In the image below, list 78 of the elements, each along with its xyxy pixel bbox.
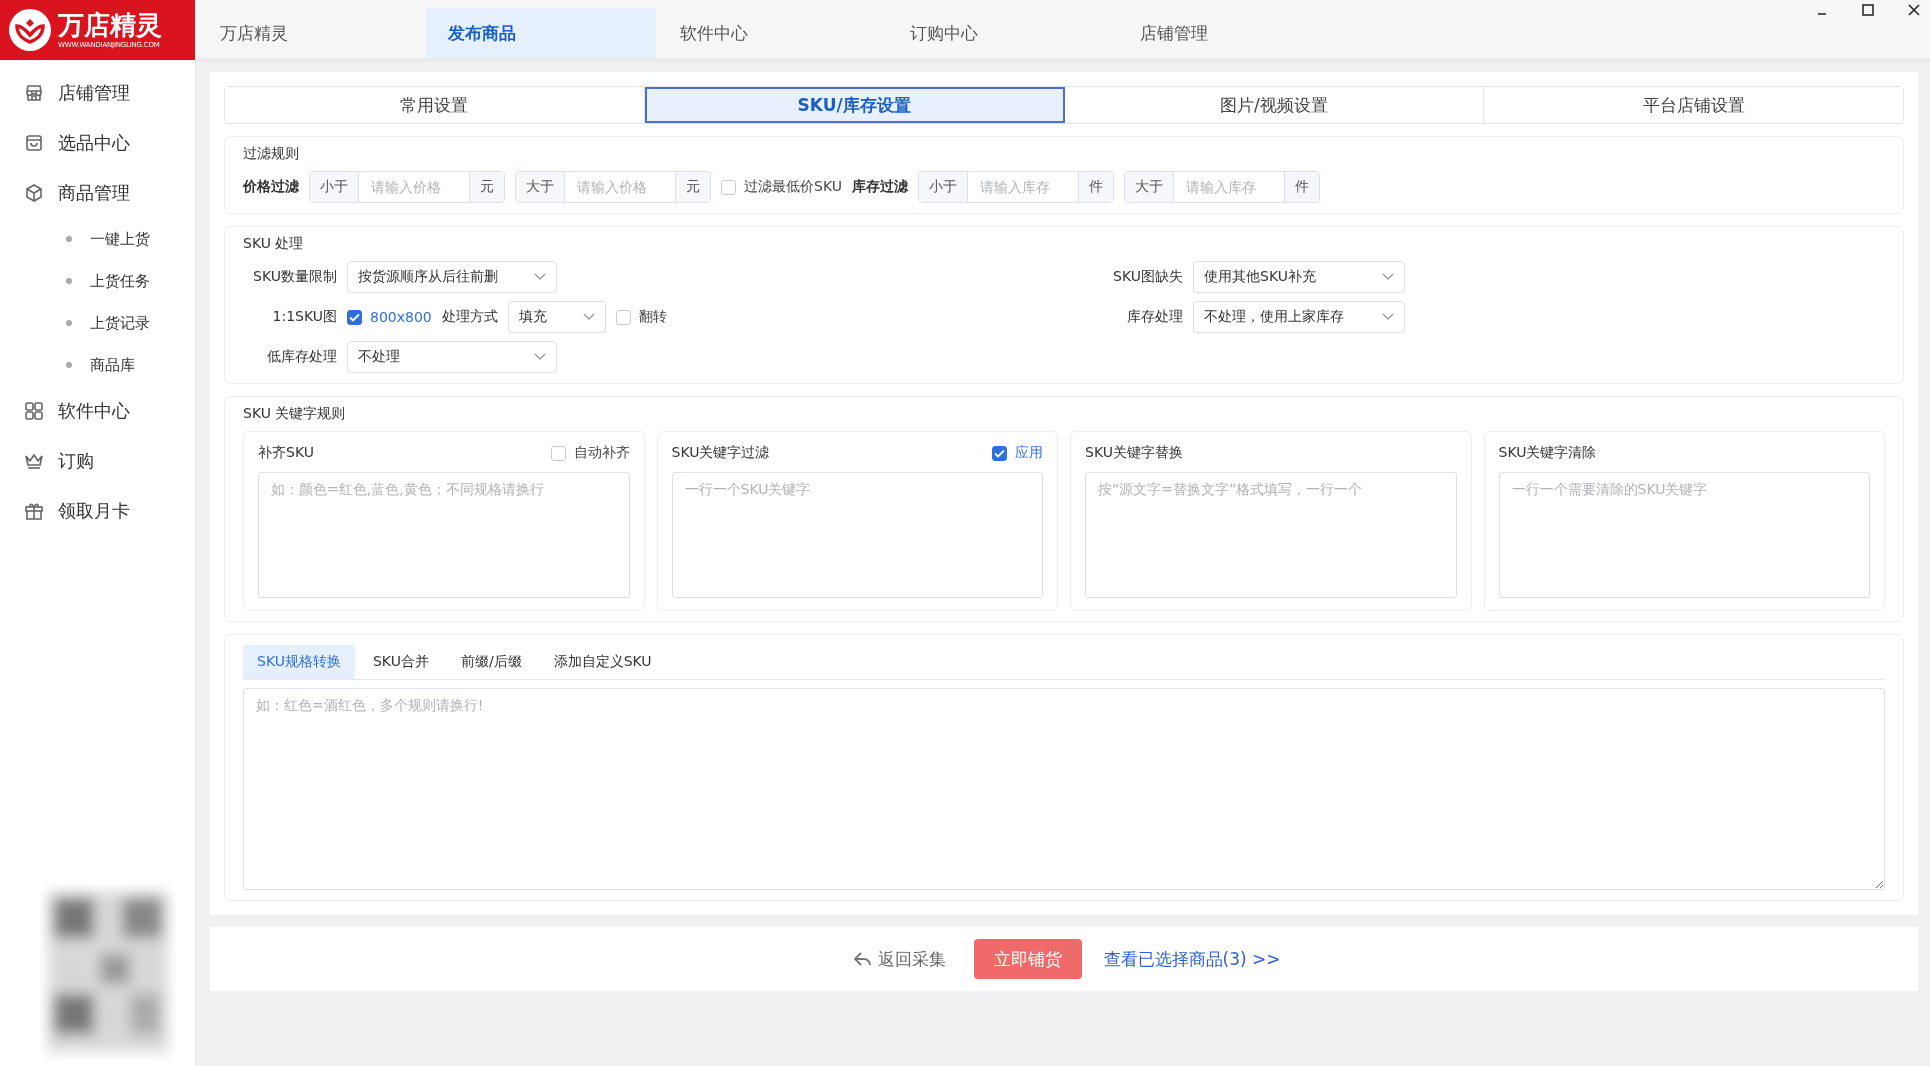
field-label: 处理方式 <box>441 308 498 326</box>
sidebar-item[interactable]: 订购 <box>0 436 195 486</box>
field-label: 库存处理 <box>1126 308 1183 326</box>
rule-tab[interactable]: 前缀/后缀 <box>446 645 536 679</box>
select-field[interactable]: 不处理 <box>347 341 557 373</box>
sidebar-item[interactable]: 店铺管理 <box>0 68 195 118</box>
field-label: 库存过滤 <box>851 178 908 196</box>
card-title: SKU关键字清除 <box>1498 444 1597 462</box>
checkbox[interactable] <box>347 309 362 325</box>
sidebar-item[interactable]: 选品中心 <box>0 118 195 168</box>
nav-tab[interactable]: 订购中心 <box>886 8 1116 58</box>
rule-tab[interactable]: SKU合并 <box>358 645 443 679</box>
gift-icon <box>24 501 44 521</box>
nav-tab[interactable]: 软件中心 <box>656 8 886 58</box>
select-field[interactable]: 不处理，使用上家库存 <box>1193 301 1405 333</box>
store-icon <box>24 83 44 103</box>
field-label: SKU图缺失 <box>1112 268 1183 286</box>
field-label: 1:1SKU图 <box>271 308 337 326</box>
sidebar-item[interactable]: 软件中心 <box>0 386 195 436</box>
sidebar-subitem[interactable]: 上货任务 <box>0 260 195 302</box>
checkbox[interactable] <box>721 179 736 195</box>
checkbox-label: 翻转 <box>638 308 667 326</box>
sidebar-item[interactable]: 领取月卡 <box>0 486 195 536</box>
checkbox-label: 应用 <box>1015 444 1043 462</box>
chevron-down-icon <box>534 353 546 361</box>
chevron-down-icon <box>1382 313 1394 321</box>
chevron-down-icon <box>1382 273 1394 281</box>
select-field[interactable]: 填充 <box>507 301 606 333</box>
input-field[interactable]: 小于 请输入价格 元 <box>309 171 505 203</box>
card-title: 补齐SKU <box>258 444 314 462</box>
close-icon[interactable] <box>1908 4 1920 16</box>
text-area[interactable]: 按“源文字=替换文字”格式填写，一行一个 <box>1085 472 1457 598</box>
chevron-down-icon <box>534 273 546 281</box>
field-label: 低库存处理 <box>266 348 337 366</box>
settings-tab[interactable]: 常用设置 <box>225 87 645 123</box>
sidebar-subitem[interactable]: 一键上货 <box>0 218 195 260</box>
sidebar-subitem[interactable]: 上货记录 <box>0 302 195 344</box>
input-field[interactable]: 大于 请输入库存 件 <box>1123 171 1320 203</box>
nav-tab[interactable]: 万店精灵 <box>196 8 426 58</box>
maximize-icon[interactable] <box>1862 4 1874 16</box>
text-area[interactable]: 一行一个SKU关键字 <box>671 472 1043 598</box>
text-area[interactable]: 如：颜色=红色,蓝色,黄色；不同规格请换行 <box>258 472 630 598</box>
checkbox-label: 自动补齐 <box>573 444 630 462</box>
field-label: SKU数量限制 <box>252 268 337 286</box>
selected-products-link[interactable]: 查看已选择商品(3) >> <box>1103 947 1281 971</box>
crown-icon <box>24 451 44 471</box>
card-title: SKU关键字替换 <box>1085 444 1183 462</box>
checkbox-label: 过滤最低价SKU <box>744 178 842 196</box>
text-area[interactable]: 如：红色=酒红色，多个规则请换行! <box>243 688 1885 890</box>
chevron-down-icon <box>582 313 595 321</box>
bag-icon <box>24 133 44 153</box>
checkbox[interactable] <box>992 445 1007 461</box>
checkbox[interactable] <box>615 309 631 325</box>
input-field[interactable]: 小于 请输入库存 件 <box>917 171 1114 203</box>
back-button[interactable]: 返回采集 <box>847 946 952 972</box>
rule-tab[interactable]: SKU规格转换 <box>243 645 355 679</box>
sidebar-subitem[interactable]: 商品库 <box>0 344 195 386</box>
nav-tab[interactable]: 发布商品 <box>426 8 656 58</box>
logo-icon <box>8 8 52 52</box>
section-title: SKU 处理 <box>243 235 305 253</box>
checkbox[interactable] <box>550 445 566 461</box>
grid-icon <box>24 401 44 421</box>
section-title: 过滤规则 <box>243 145 300 163</box>
logo-name: 万店精灵 <box>58 11 162 38</box>
checkbox-label: 800x800 <box>370 309 432 325</box>
card-title: SKU关键字过滤 <box>671 444 770 462</box>
select-field[interactable]: 按货源顺序从后往前删 <box>347 261 557 293</box>
reply-icon <box>853 951 872 967</box>
select-field[interactable]: 使用其他SKU补充 <box>1193 261 1405 293</box>
cube-icon <box>24 183 44 203</box>
text-area[interactable]: 一行一个需要清除的SKU关键字 <box>1498 472 1870 598</box>
settings-tab[interactable]: SKU/库存设置 <box>644 87 1065 123</box>
nav-tab[interactable]: 店铺管理 <box>1116 8 1346 58</box>
sidebar-item[interactable]: 商品管理 <box>0 168 195 218</box>
input-field[interactable]: 大于 请输入价格 元 <box>515 171 711 203</box>
field-label: 价格过滤 <box>243 178 299 196</box>
section-title: SKU 关键字规则 <box>243 405 347 423</box>
rule-tab[interactable]: 添加自定义SKU <box>539 645 666 679</box>
